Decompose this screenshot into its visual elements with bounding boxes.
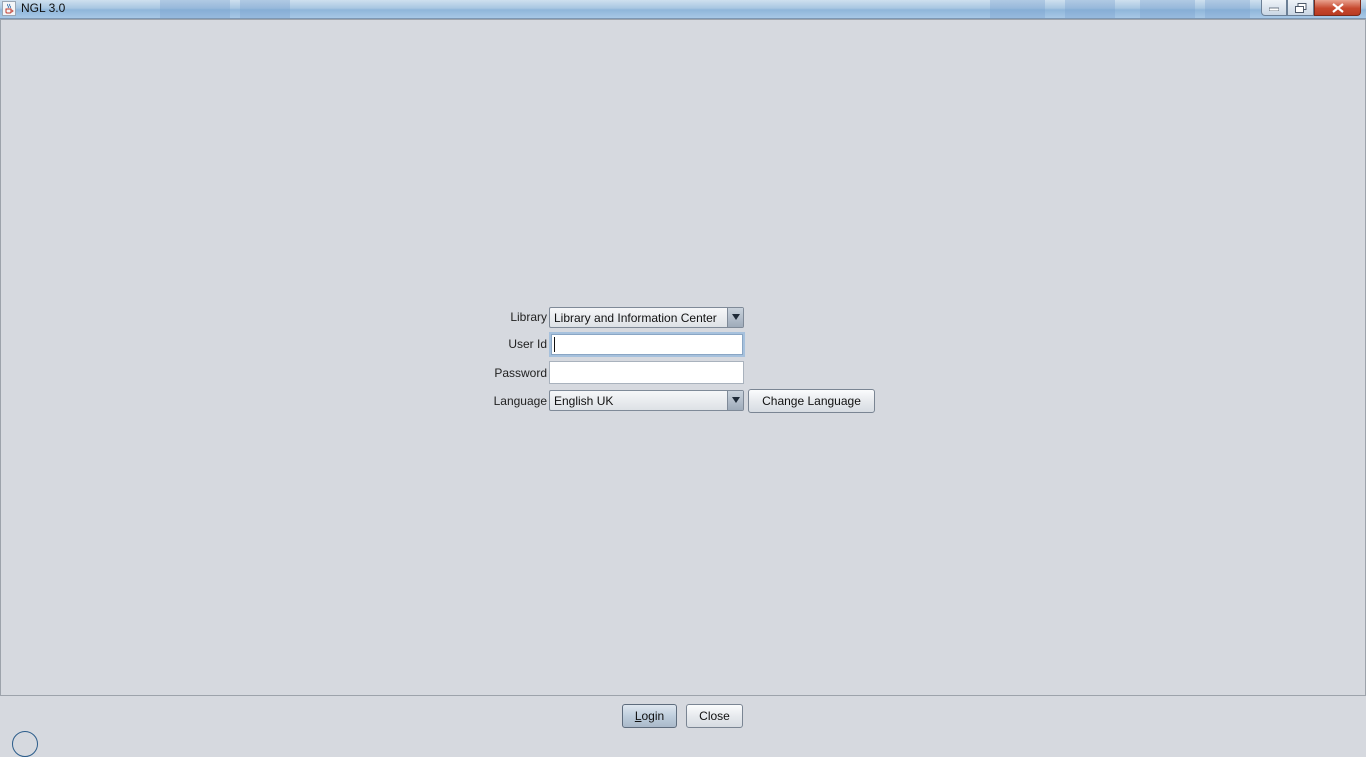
chevron-down-icon xyxy=(732,314,740,320)
window-title-bar[interactable]: NGL 3.0 xyxy=(0,0,1366,19)
close-button[interactable]: Close xyxy=(686,704,743,728)
language-dropdown[interactable]: English UK xyxy=(549,390,744,411)
title-bar-reflection xyxy=(990,0,1045,18)
language-dropdown-arrow[interactable] xyxy=(727,391,743,410)
login-label-rest: ogin xyxy=(641,709,665,723)
login-button[interactable]: Login xyxy=(622,704,677,728)
maximize-button[interactable] xyxy=(1287,0,1314,16)
title-bar-reflection xyxy=(1065,0,1115,18)
password-label: Password xyxy=(494,366,547,380)
minimize-icon xyxy=(1269,7,1279,11)
close-window-button[interactable] xyxy=(1314,0,1361,16)
title-bar-reflection xyxy=(160,0,230,18)
library-dropdown[interactable]: Library and Information Center xyxy=(549,307,744,328)
java-cup-icon[interactable] xyxy=(2,1,16,16)
status-circle-icon xyxy=(12,731,38,757)
title-bar-reflection xyxy=(240,0,290,18)
title-bar-reflection xyxy=(1205,0,1250,18)
library-dropdown-arrow[interactable] xyxy=(727,308,743,327)
language-label: Language xyxy=(493,394,547,408)
login-mnemonic: L xyxy=(634,709,642,723)
password-input[interactable] xyxy=(549,361,744,384)
text-caret xyxy=(554,337,555,352)
login-panel: Library Library and Information Center U… xyxy=(0,19,1366,696)
change-language-button[interactable]: Change Language xyxy=(748,389,875,413)
chevron-down-icon xyxy=(732,397,740,403)
minimize-button[interactable] xyxy=(1261,0,1287,16)
language-selected-value: English UK xyxy=(554,394,614,408)
title-bar-reflection xyxy=(1140,0,1195,18)
library-label: Library xyxy=(510,310,547,324)
user-id-label: User Id xyxy=(508,337,547,351)
user-id-input[interactable] xyxy=(549,332,745,357)
maximize-icon xyxy=(1294,2,1306,13)
dialog-button-bar: Login Close xyxy=(0,696,1366,733)
library-selected-value: Library and Information Center xyxy=(554,311,717,325)
window-title: NGL 3.0 xyxy=(21,1,66,15)
close-icon xyxy=(1331,2,1344,13)
